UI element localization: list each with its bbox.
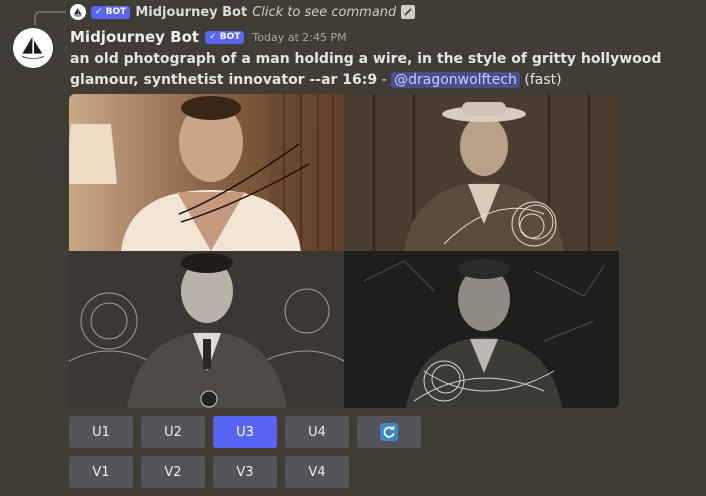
- user-mention[interactable]: @dragonwolftech: [391, 72, 520, 88]
- message-header: Midjourney Bot ✓ BOT Today at 2:45 PM: [70, 27, 347, 47]
- prompt-text: an old photograph of a man holding a wir…: [70, 51, 662, 88]
- reroll-button[interactable]: [357, 416, 421, 448]
- reply-author[interactable]: Midjourney Bot: [135, 5, 247, 20]
- grid-image-4[interactable]: [344, 251, 619, 408]
- bot-badge: ✓ BOT: [205, 30, 245, 44]
- variation-4-button[interactable]: V4: [285, 456, 349, 488]
- upscale-4-button[interactable]: U4: [285, 416, 349, 448]
- speed-label: (fast): [524, 72, 562, 88]
- refresh-icon: [380, 423, 398, 441]
- author-name[interactable]: Midjourney Bot: [70, 28, 199, 46]
- upscale-3-button[interactable]: U3: [213, 416, 277, 448]
- upscale-button-row: U1 U2 U3 U4: [69, 416, 421, 448]
- grid-image-3[interactable]: [69, 251, 344, 408]
- reply-bot-badge: ✓ BOT: [91, 5, 131, 19]
- variation-1-button[interactable]: V1: [69, 456, 133, 488]
- grid-image-2[interactable]: [344, 94, 619, 251]
- variation-2-button[interactable]: V2: [141, 456, 205, 488]
- timestamp[interactable]: Today at 2:45 PM: [252, 31, 346, 44]
- message-frame: ✓ BOT Midjourney Bot Click to see comman…: [0, 0, 706, 496]
- sailboat-icon: [21, 36, 45, 59]
- prompt-separator: -: [377, 72, 392, 88]
- bot-avatar[interactable]: [13, 28, 53, 68]
- slash-command-icon: [401, 5, 416, 19]
- grid-image-1[interactable]: [69, 94, 344, 251]
- upscale-1-button[interactable]: U1: [69, 416, 133, 448]
- reply-command-hint[interactable]: Click to see command: [252, 5, 396, 20]
- variation-3-button[interactable]: V3: [213, 456, 277, 488]
- variation-button-row: V1 V2 V3 V4: [69, 456, 349, 488]
- message-content: an old photograph of a man holding a wir…: [70, 49, 690, 91]
- bot-mini-avatar-icon: [70, 4, 86, 20]
- reply-spine: [34, 11, 66, 25]
- image-grid[interactable]: [69, 94, 619, 408]
- reply-reference[interactable]: ✓ BOT Midjourney Bot Click to see comman…: [70, 3, 416, 21]
- upscale-2-button[interactable]: U2: [141, 416, 205, 448]
